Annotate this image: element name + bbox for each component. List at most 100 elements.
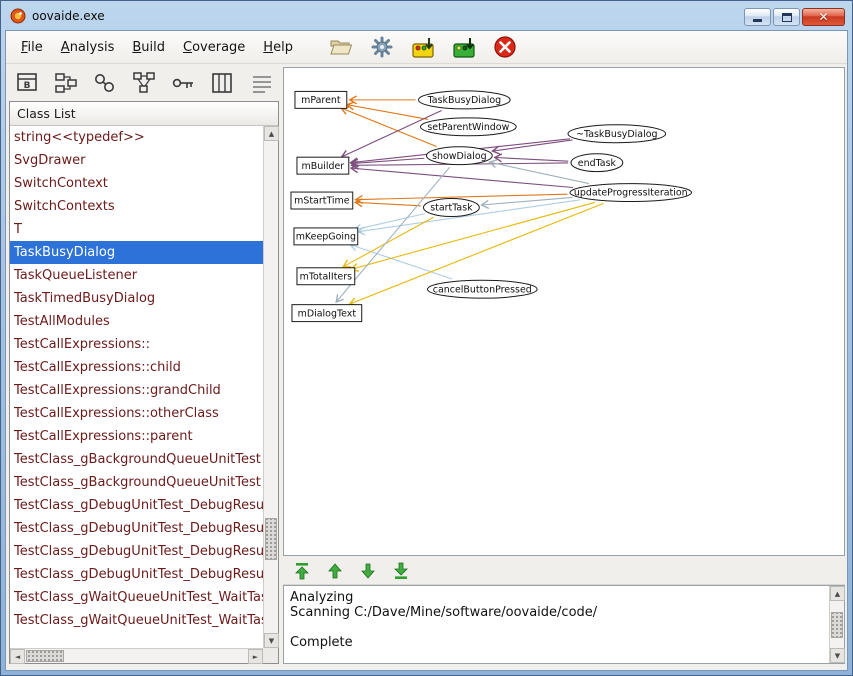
class-list-hscrollbar[interactable]: ◄ ► bbox=[10, 648, 263, 663]
class-list-item[interactable]: TaskBusyDialog bbox=[10, 241, 263, 264]
class-list-item[interactable]: TaskQueueListener bbox=[10, 264, 263, 287]
maximize-button[interactable] bbox=[773, 8, 800, 26]
build-debug-icon bbox=[411, 35, 435, 59]
diagram-node-setParentWindow[interactable]: setParentWindow bbox=[421, 118, 517, 136]
class-list-item[interactable]: TestClass_gDebugUnitTest_DebugResult bbox=[10, 517, 263, 540]
scroll-up-button[interactable] bbox=[324, 560, 346, 582]
list-view-button[interactable] bbox=[248, 70, 275, 97]
svg-text:mStartTime: mStartTime bbox=[294, 196, 350, 207]
log-area[interactable]: AnalyzingScanning C:/Dave/Mine/software/… bbox=[283, 585, 845, 664]
portion-diagram-button[interactable] bbox=[52, 70, 79, 97]
diagram-node-updateProgressIteration[interactable]: updateProgressIteration bbox=[570, 184, 692, 202]
class-list-item[interactable]: TestCallExpressions::child bbox=[10, 356, 263, 379]
vscroll-thumb[interactable] bbox=[265, 518, 277, 560]
menu-toolbar-band: FileAnalysisBuildCoverageHelp bbox=[6, 31, 847, 64]
menu-file[interactable]: File bbox=[12, 32, 52, 63]
diagram-node-endTask[interactable]: endTask bbox=[571, 154, 623, 172]
scroll-top-button[interactable] bbox=[291, 560, 313, 582]
diagram-node--TaskBusyDialog[interactable]: ~TaskBusyDialog bbox=[568, 125, 666, 143]
class-list-item[interactable]: TestClass_gWaitQueueUnitTest_WaitTask bbox=[10, 609, 263, 632]
class-diagram-button[interactable]: B bbox=[13, 70, 40, 97]
scroll-left-arrow[interactable]: ◄ bbox=[10, 649, 25, 664]
class-list-vscrollbar[interactable]: ▲ ▼ bbox=[263, 126, 278, 648]
diagram-area[interactable]: mParent mBuilder mStartTime mKeepGoing mTota… bbox=[283, 67, 845, 556]
app-icon bbox=[10, 8, 26, 24]
folder-open-icon bbox=[329, 35, 353, 59]
diagram-node-mKeepGoing[interactable]: mKeepGoing bbox=[294, 228, 358, 245]
minimize-icon bbox=[753, 19, 762, 22]
svg-text:mBuilder: mBuilder bbox=[302, 161, 345, 172]
zone-diagram-button[interactable] bbox=[130, 70, 157, 97]
svg-text:mTotalIters: mTotalIters bbox=[300, 271, 352, 282]
class-list: string<<typedef>>SvgDrawerSwitchContextS… bbox=[10, 126, 263, 648]
scroll-top-icon bbox=[292, 561, 312, 581]
settings-button[interactable] bbox=[369, 34, 395, 60]
component-diagram-button[interactable] bbox=[91, 70, 118, 97]
close-button[interactable]: ✕ bbox=[802, 8, 845, 26]
class-list-item[interactable]: TestAllModules bbox=[10, 310, 263, 333]
class-list-item[interactable]: SwitchContexts bbox=[10, 195, 263, 218]
scroll-down-button[interactable] bbox=[357, 560, 379, 582]
menu-analysis[interactable]: Analysis bbox=[52, 32, 124, 63]
diagram-node-mParent[interactable]: mParent bbox=[295, 91, 347, 108]
class-list-item[interactable]: SwitchContext bbox=[10, 172, 263, 195]
sequence-diagram-button[interactable] bbox=[169, 70, 196, 97]
hscroll-thumb[interactable] bbox=[26, 650, 64, 662]
scroll-down-arrow[interactable]: ▼ bbox=[264, 633, 279, 648]
include-diagram-button[interactable] bbox=[208, 70, 235, 97]
class-list-item[interactable]: TestClass_gBackgroundQueueUnitTest bbox=[10, 471, 263, 494]
log-scroll-down-arrow[interactable]: ▼ bbox=[830, 648, 845, 663]
class-list-item[interactable]: TestClass_gDebugUnitTest_DebugResult bbox=[10, 540, 263, 563]
log-vscroll-thumb[interactable] bbox=[831, 612, 843, 638]
class-list-item[interactable]: SvgDrawer bbox=[10, 149, 263, 172]
svg-text:startTask: startTask bbox=[430, 203, 473, 214]
svg-text:updateProgressIteration: updateProgressIteration bbox=[574, 188, 688, 199]
scroll-bottom-button[interactable] bbox=[390, 560, 412, 582]
class-list-item[interactable]: TestClass_gDebugUnitTest_DebugResult bbox=[10, 494, 263, 517]
class-diagram-svg: mParent mBuilder mStartTime mKeepGoing mTota… bbox=[284, 68, 844, 555]
build-debug-button[interactable] bbox=[410, 34, 436, 60]
class-list-item[interactable]: TestClass_gBackgroundQueueUnitTest bbox=[10, 448, 263, 471]
class-list-item[interactable]: TestCallExpressions::parent bbox=[10, 425, 263, 448]
class-list-header[interactable]: Class List bbox=[10, 102, 278, 126]
class-list-item[interactable]: TestCallExpressions::grandChild bbox=[10, 379, 263, 402]
diagram-node-startTask[interactable]: startTask bbox=[424, 199, 480, 217]
class-diagram-icon: B bbox=[14, 70, 40, 96]
diagram-node-TaskBusyDialog[interactable]: TaskBusyDialog bbox=[419, 91, 511, 109]
diagram-node-mTotalIters[interactable]: mTotalIters bbox=[297, 268, 355, 285]
class-list-item[interactable]: TestCallExpressions:: bbox=[10, 333, 263, 356]
svg-text:endTask: endTask bbox=[578, 158, 617, 169]
class-list-item[interactable]: T bbox=[10, 218, 263, 241]
class-list-item[interactable]: TestClass_gWaitQueueUnitTest_WaitTask bbox=[10, 586, 263, 609]
svg-text:mKeepGoing: mKeepGoing bbox=[296, 232, 356, 243]
minimize-button[interactable] bbox=[744, 8, 771, 26]
diagram-node-showDialog[interactable]: showDialog bbox=[426, 147, 492, 165]
app-window: oovaide.exe ✕ FileAnalysisBuildCoverageH… bbox=[0, 0, 853, 676]
scroll-right-arrow[interactable]: ► bbox=[248, 649, 263, 664]
diagram-node-mDialogText[interactable]: mDialogText bbox=[292, 305, 362, 322]
class-list-item[interactable]: TestClass_gDebugUnitTest_DebugResult bbox=[10, 563, 263, 586]
diagram-node-cancelButtonPressed[interactable]: cancelButtonPressed bbox=[427, 280, 537, 298]
scroll-up-arrow[interactable]: ▲ bbox=[264, 126, 279, 141]
diagram-node-mBuilder[interactable]: mBuilder bbox=[297, 157, 349, 174]
log-line: Scanning C:/Dave/Mine/software/oovaide/c… bbox=[290, 605, 823, 620]
diagram-node-mStartTime[interactable]: mStartTime bbox=[291, 192, 353, 209]
svg-text:mDialogText: mDialogText bbox=[298, 308, 357, 319]
build-release-button[interactable] bbox=[451, 34, 477, 60]
menu-build[interactable]: Build bbox=[123, 32, 174, 63]
scroll-up-icon bbox=[325, 561, 345, 581]
class-list-item[interactable]: TestCallExpressions::otherClass bbox=[10, 402, 263, 425]
log-scroll-up-arrow[interactable]: ▲ bbox=[830, 586, 845, 601]
menu-help[interactable]: Help bbox=[254, 32, 302, 63]
class-list-item[interactable]: string<<typedef>> bbox=[10, 126, 263, 149]
stop-build-icon bbox=[493, 35, 517, 59]
svg-text:~TaskBusyDialog: ~TaskBusyDialog bbox=[576, 129, 657, 140]
log-vscrollbar[interactable]: ▲ ▼ bbox=[829, 586, 844, 663]
folder-open-button[interactable] bbox=[328, 34, 354, 60]
window-title: oovaide.exe bbox=[32, 9, 105, 23]
class-list-item[interactable]: TaskTimedBusyDialog bbox=[10, 287, 263, 310]
title-bar[interactable]: oovaide.exe ✕ bbox=[1, 1, 852, 30]
menu-coverage[interactable]: Coverage bbox=[174, 32, 254, 63]
log-output: AnalyzingScanning C:/Dave/Mine/software/… bbox=[284, 586, 829, 663]
stop-build-button[interactable] bbox=[492, 34, 518, 60]
